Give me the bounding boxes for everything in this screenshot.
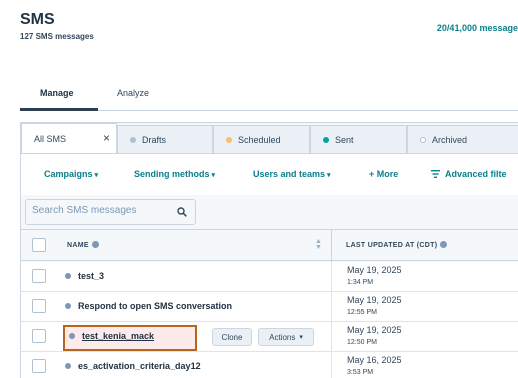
updated-time: 12:55 PM [347, 309, 377, 316]
view-tab-label: All SMS [34, 134, 67, 144]
updated-date: May 19, 2025 [347, 265, 402, 275]
table-row[interactable]: test_kenia_mack Clone Actions ▾ May 19, 2… [21, 322, 518, 351]
sms-name[interactable]: es_activation_criteria_day12 [78, 361, 201, 371]
view-tab-archived[interactable]: Archived [407, 125, 518, 153]
table-header: NAME ▲ ▼ LAST UPDATED AT (CDT) [21, 229, 518, 262]
button-label: Actions [269, 332, 296, 342]
select-all-checkbox[interactable] [32, 238, 46, 252]
sms-name-link[interactable]: test_kenia_mack [69, 331, 154, 341]
view-tabs: All SMS × Drafts Scheduled Sent Archived [21, 123, 518, 154]
view-tab-label: Archived [432, 134, 468, 145]
search-icon[interactable] [177, 207, 187, 217]
row-checkbox[interactable] [32, 329, 46, 343]
updated-date: May 19, 2025 [347, 325, 402, 335]
status-dot [130, 136, 136, 143]
caret-down-icon: ▾ [211, 172, 216, 179]
view-tab-sent[interactable]: Sent [310, 125, 407, 153]
status-dot [323, 136, 329, 143]
column-divider [331, 292, 332, 321]
status-dot [69, 333, 75, 339]
column-divider [331, 352, 332, 378]
updated-date: May 16, 2025 [347, 355, 402, 365]
view-tab-label: Sent [335, 134, 354, 145]
row-checkbox[interactable] [32, 269, 46, 283]
more-filters-button[interactable]: + More [369, 169, 398, 179]
updated-date: May 19, 2025 [347, 295, 402, 305]
table-row[interactable]: test_3 May 19, 2025 1:34 PM [21, 262, 518, 291]
column-divider [331, 230, 332, 262]
table-row[interactable]: es_activation_criteria_day12 May 16, 202… [21, 352, 518, 378]
advanced-filters-button[interactable]: Advanced filte [431, 169, 507, 179]
search-input[interactable] [32, 205, 167, 216]
info-icon[interactable] [440, 241, 448, 248]
table-row[interactable]: Respond to open SMS conversation May 19,… [21, 292, 518, 321]
column-label: LAST UPDATED AT (CDT) [346, 242, 438, 249]
sms-name-link[interactable]: es_activation_criteria_day12 [65, 361, 201, 371]
view-tab-label: Scheduled [238, 134, 281, 145]
filter-label: Users and teams [253, 169, 326, 179]
view-tab-label: Drafts [142, 134, 167, 145]
sms-name[interactable]: Respond to open SMS conversation [78, 301, 232, 311]
filter-label: Advanced filte [445, 169, 507, 179]
view-tab-all-sms[interactable]: All SMS × [21, 123, 117, 154]
updated-time: 1:34 PM [347, 279, 374, 286]
sms-name-link[interactable]: test_3 [65, 271, 104, 281]
row-checkbox[interactable] [32, 299, 46, 313]
status-dot [65, 363, 71, 369]
caret-down-icon: ▾ [299, 334, 303, 341]
filter-bar: Campaigns ▾ Sending methods ▾ Users and te… [21, 153, 518, 195]
filter-label: Sending methods [134, 169, 210, 179]
close-icon[interactable]: × [103, 131, 110, 145]
caret-down-icon: ▾ [94, 172, 99, 179]
column-label: NAME [67, 242, 89, 249]
campaigns-filter[interactable]: Campaigns ▾ [44, 169, 98, 179]
status-dot [420, 136, 426, 143]
sort-icon[interactable]: ▲ ▼ [315, 238, 322, 251]
sms-name-link[interactable]: Respond to open SMS conversation [65, 301, 232, 311]
status-dot [65, 303, 71, 309]
info-icon[interactable] [91, 241, 99, 248]
view-tab-drafts[interactable]: Drafts [117, 125, 213, 153]
column-divider [331, 322, 332, 351]
caret-down-icon: ▾ [327, 172, 331, 179]
status-dot [226, 136, 232, 143]
column-header-last-updated[interactable]: LAST UPDATED AT (CDT) [346, 241, 448, 249]
sms-name[interactable]: test_3 [78, 271, 104, 281]
message-quota: 20/41,000 message [436, 23, 518, 33]
filter-icon [431, 170, 440, 178]
page-title: SMS [20, 11, 55, 28]
sending-methods-filter[interactable]: Sending methods ▾ [134, 169, 215, 179]
message-count: 127 SMS messages [20, 32, 94, 41]
active-tab-indicator [20, 108, 98, 111]
clone-button[interactable]: Clone [212, 328, 252, 346]
search-box [25, 199, 196, 225]
tab-analyze[interactable]: Analyze [117, 88, 149, 98]
sms-panel: All SMS × Drafts Scheduled Sent Archived… [20, 122, 518, 378]
view-tab-scheduled[interactable]: Scheduled [213, 125, 310, 153]
status-dot [65, 273, 71, 279]
filter-label: Campaigns [44, 169, 93, 179]
column-divider [331, 262, 332, 291]
sms-name[interactable]: test_kenia_mack [82, 331, 154, 341]
tab-manage[interactable]: Manage [40, 88, 74, 98]
row-checkbox[interactable] [32, 359, 46, 373]
actions-dropdown-button[interactable]: Actions ▾ [258, 328, 314, 346]
column-header-name[interactable]: NAME [67, 241, 99, 249]
updated-time: 12:50 PM [347, 339, 377, 346]
users-and-teams-filter[interactable]: Users and teams ▾ [253, 169, 331, 179]
updated-time: 3:53 PM [347, 369, 374, 376]
